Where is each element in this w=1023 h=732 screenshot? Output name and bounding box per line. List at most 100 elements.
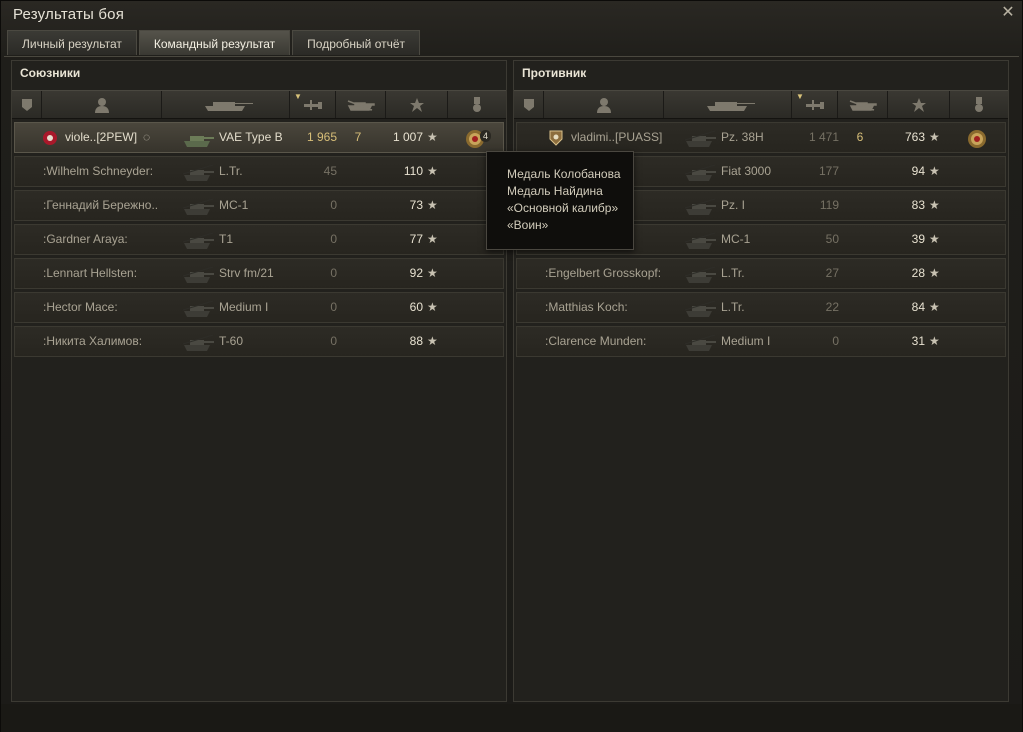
damage-value: 0 <box>330 334 337 348</box>
xp-value: 77 <box>409 232 423 246</box>
xp-column-icon[interactable] <box>386 91 448 118</box>
tank-icon <box>181 327 215 356</box>
player-name[interactable]: :Clarence Munden: <box>545 327 646 356</box>
tank-icon <box>181 123 215 152</box>
player-name[interactable]: vladimi..[PUASS] <box>571 123 662 152</box>
window-footer <box>1 704 1022 732</box>
clan-emblem-icon <box>549 130 563 146</box>
player-name[interactable]: :Matthias Koch: <box>545 293 628 322</box>
player-name[interactable]: viole..[2PEW] <box>65 123 137 152</box>
xp-value: 31 <box>911 334 925 348</box>
medal-column-icon[interactable] <box>950 91 1008 118</box>
squad-column-icon[interactable] <box>12 91 42 118</box>
star-icon: ★ <box>427 300 438 314</box>
tank-column-icon[interactable] <box>664 91 792 118</box>
tank-icon <box>181 157 215 186</box>
tank-column-icon[interactable] <box>162 91 290 118</box>
damage-value: 0 <box>330 300 337 314</box>
player-row[interactable]: :Gardner Araya: T1 0 77 ★ <box>14 224 504 255</box>
damage-value: 45 <box>323 164 337 178</box>
player-name[interactable]: :Wilhelm Schneyder: <box>43 157 153 186</box>
damage-value: 0 <box>330 232 337 246</box>
damage-value: 1 471 <box>808 130 839 144</box>
xp-value: 763 <box>904 130 925 144</box>
tank-icon <box>181 225 215 254</box>
player-row[interactable]: vladimi..[PUASS] Pz. 38H 1 471 6 763 ★ <box>516 122 1006 153</box>
tank-name: L.Tr. <box>721 266 745 280</box>
tank-name: Medium I <box>721 334 771 348</box>
tank-name: L.Tr. <box>721 300 745 314</box>
damage-column-icon[interactable]: ▼ <box>792 91 838 118</box>
player-row[interactable]: :Геннадий Бережно.. MC-1 0 73 ★ <box>14 190 504 221</box>
damage-column-icon[interactable]: ▼ <box>290 91 336 118</box>
player-row[interactable]: :Hector Mace: Medium I 0 60 ★ <box>14 292 504 323</box>
tab-bar: Личный результат Командный результат Под… <box>7 30 421 56</box>
battle-results-window: Результаты боя ✕ Личный результат Команд… <box>0 0 1023 732</box>
kills-column-icon[interactable] <box>336 91 386 118</box>
star-icon: ★ <box>427 232 438 246</box>
star-icon: ★ <box>929 232 940 246</box>
star-icon: ★ <box>427 334 438 348</box>
player-name[interactable]: :Engelbert Grosskopf: <box>545 259 661 288</box>
star-icon: ★ <box>929 130 940 144</box>
player-row[interactable]: viole..[2PEW] ◌ VAE Type B 1 965 7 1 007 ★ 4 <box>14 122 504 153</box>
tank-icon <box>181 259 215 288</box>
kills-column-icon[interactable] <box>838 91 888 118</box>
damage-value: 0 <box>832 334 839 348</box>
star-icon: ★ <box>427 164 438 178</box>
sort-indicator-icon: ▼ <box>796 92 804 101</box>
tank-name: Medium I <box>219 300 269 314</box>
medals-tooltip: Медаль Колобанова Медаль Найдина «Основн… <box>486 151 634 250</box>
close-icon[interactable]: ✕ <box>999 4 1017 22</box>
damage-value: 50 <box>825 232 839 246</box>
tab-personal-result[interactable]: Личный результат <box>7 30 137 55</box>
star-icon: ★ <box>427 266 438 280</box>
xp-value: 39 <box>911 232 925 246</box>
xp-value: 60 <box>409 300 423 314</box>
player-column-icon[interactable] <box>42 91 162 118</box>
star-icon: ★ <box>929 198 940 212</box>
medal-count-badge: 4 <box>480 130 492 142</box>
window-title: Результаты боя <box>13 6 125 23</box>
medal-column-icon[interactable] <box>448 91 506 118</box>
tooltip-line: «Воин» <box>507 218 549 232</box>
tank-icon <box>683 327 717 356</box>
allies-list: viole..[2PEW] ◌ VAE Type B 1 965 7 1 007 ★ 4:Wi… <box>14 122 504 360</box>
star-icon: ★ <box>929 164 940 178</box>
tab-team-result[interactable]: Командный результат <box>138 30 291 55</box>
tank-name: L.Tr. <box>219 164 243 178</box>
tab-detailed-report[interactable]: Подробный отчёт <box>292 30 421 55</box>
tank-name: Strv fm/21 <box>219 266 274 280</box>
player-name[interactable]: :Gardner Araya: <box>43 225 128 254</box>
damage-value: 0 <box>330 198 337 212</box>
star-icon: ★ <box>929 266 940 280</box>
player-name[interactable]: :Никита Халимов: <box>43 327 142 356</box>
allies-column-header: ▼ <box>12 90 506 119</box>
tank-icon <box>181 293 215 322</box>
player-row[interactable]: :Wilhelm Schneyder: L.Tr. 45 110 ★ <box>14 156 504 187</box>
player-column-icon[interactable] <box>544 91 664 118</box>
player-row[interactable]: :Matthias Koch: L.Tr. 22 84 ★ <box>516 292 1006 323</box>
sort-indicator-icon: ▼ <box>294 92 302 101</box>
player-row[interactable]: :Никита Халимов: T-60 0 88 ★ <box>14 326 504 357</box>
player-name[interactable]: :Hector Mace: <box>43 293 118 322</box>
squad-column-icon[interactable] <box>514 91 544 118</box>
player-row[interactable]: :Engelbert Grosskopf: L.Tr. 27 28 ★ <box>516 258 1006 289</box>
tank-name: VAE Type B <box>219 130 283 144</box>
xp-value: 84 <box>911 300 925 314</box>
xp-value: 94 <box>911 164 925 178</box>
player-row[interactable]: :Lennart Hellsten: Strv fm/21 0 92 ★ <box>14 258 504 289</box>
player-row[interactable]: :Clarence Munden: Medium I 0 31 ★ <box>516 326 1006 357</box>
xp-column-icon[interactable] <box>888 91 950 118</box>
player-name[interactable]: :Геннадий Бережно.. <box>43 191 158 220</box>
allies-panel: Союзники ▼ viole..[2PEW] ◌ VAE Type B 1 … <box>11 60 507 702</box>
xp-value: 73 <box>409 198 423 212</box>
player-name[interactable]: :Lennart Hellsten: <box>43 259 137 288</box>
tank-name: MC-1 <box>721 232 751 246</box>
tank-name: T-60 <box>219 334 244 348</box>
xp-value: 110 <box>403 164 423 178</box>
damage-value: 1 965 <box>306 130 337 144</box>
medal-icon[interactable] <box>965 127 989 151</box>
tank-icon <box>683 225 717 254</box>
tooltip-line: Медаль Колобанова <box>507 167 621 181</box>
